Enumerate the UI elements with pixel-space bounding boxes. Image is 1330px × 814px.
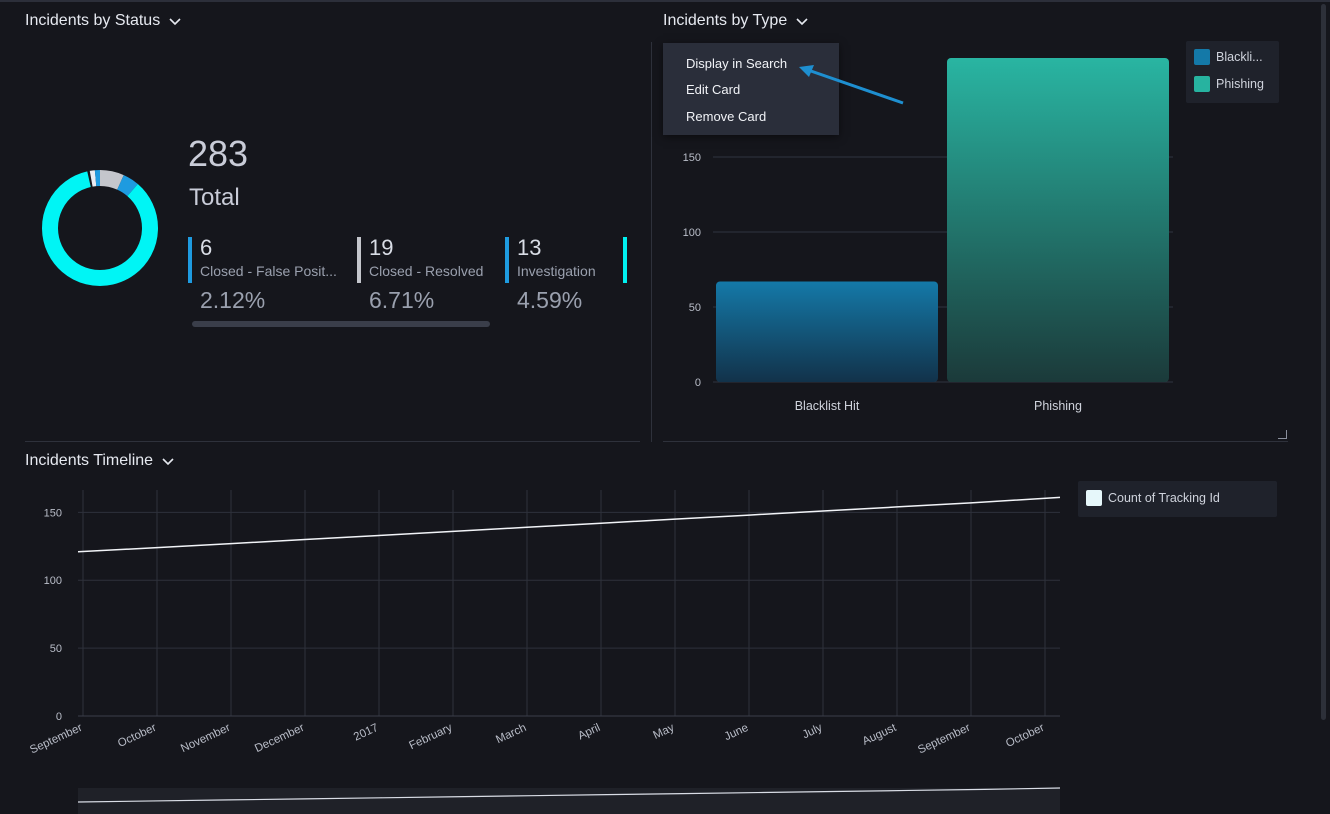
type-chart-legend: Blackli... Phishing [1186, 41, 1279, 103]
stat-count: 13 [517, 235, 542, 260]
stat-label: Closed - Resolved [369, 263, 484, 279]
x-tick-label: November [179, 722, 232, 755]
stat-investigation[interactable]: 13 Investigation 4.59% [505, 235, 665, 313]
y-tick-label: 150 [683, 152, 701, 164]
timeline-navigator[interactable] [78, 788, 1060, 814]
y-tick-label: 50 [689, 302, 701, 314]
x-tick-label: July [801, 722, 825, 742]
type-card-title[interactable]: Incidents by Type [663, 12, 809, 30]
series-line-count-of-tracking-id[interactable] [77, 496, 1061, 553]
stat-color-bar [188, 237, 192, 283]
card-divider-horizontal [25, 441, 640, 442]
legend-swatch [1194, 49, 1210, 65]
chevron-down-icon [169, 18, 181, 26]
legend-item-count-tracking-id[interactable]: Count of Tracking Id [1086, 490, 1220, 506]
stat-percent: 2.12% [200, 287, 266, 313]
total-count: 283 [188, 133, 249, 174]
x-tick-label: April [576, 722, 602, 743]
x-tick-label: October [116, 722, 158, 750]
menu-item-remove-card[interactable]: Remove Card [686, 109, 766, 124]
x-tick-label: 2017 [352, 722, 380, 744]
resize-handle[interactable] [1278, 430, 1287, 439]
card-divider-vertical [651, 42, 652, 442]
timeline-line-chart: 0 50 100 150 September October November Decembe… [28, 490, 1061, 814]
top-border [0, 0, 1330, 2]
stat-color-bar [505, 237, 509, 283]
page-scrollbar[interactable] [1321, 4, 1326, 720]
x-tick-label: May [651, 722, 676, 742]
status-card-title-text: Incidents by Status [25, 12, 161, 29]
annotation-arrow-icon [799, 65, 904, 105]
chevron-down-icon [162, 458, 174, 466]
stat-closed-false-positive[interactable]: 6 Closed - False Posit... 2.12% [188, 235, 348, 313]
bar-phishing[interactable] [947, 58, 1169, 382]
y-tick-label: 100 [683, 227, 701, 239]
timeline-card-title[interactable]: Incidents Timeline [25, 452, 175, 470]
legend-swatch [1086, 490, 1102, 506]
stat-color-bar [357, 237, 361, 283]
stat-count: 6 [200, 235, 213, 260]
x-tick-label: Blacklist Hit [795, 399, 860, 413]
x-tick-label: Phishing [1034, 399, 1082, 413]
legend-label: Phishing [1216, 77, 1264, 91]
stat-count: 19 [369, 235, 394, 260]
y-tick-label: 50 [50, 643, 62, 655]
x-tick-label: August [861, 722, 899, 748]
stat-closed-resolved[interactable]: 19 Closed - Resolved 6.71% [357, 235, 517, 313]
timeline-card-title-text: Incidents Timeline [25, 452, 154, 469]
donut-segment-closed-resolved[interactable] [99, 170, 124, 190]
legend-label: Count of Tracking Id [1108, 491, 1220, 505]
y-tick-label: 100 [44, 575, 62, 587]
x-tick-label: June [723, 722, 751, 743]
total-label: Total [189, 184, 240, 211]
legend-item-phishing[interactable]: Phishing [1194, 76, 1264, 92]
legend-item-blacklist[interactable]: Blackli... [1194, 49, 1263, 65]
status-card-title[interactable]: Incidents by Status [25, 12, 182, 30]
x-tick-label: September [28, 722, 84, 757]
status-donut-chart [42, 170, 158, 286]
x-tick-label: October [1004, 722, 1046, 750]
type-card-title-text: Incidents by Type [663, 12, 788, 29]
card-divider-horizontal [663, 441, 1288, 442]
donut-segment-other[interactable] [42, 171, 158, 286]
timeline-chart-legend: Count of Tracking Id [1078, 481, 1277, 517]
stat-percent: 6.71% [369, 287, 435, 313]
stat-label: Investigation [517, 263, 596, 279]
donut-segment-small[interactable] [89, 170, 97, 187]
bar-blacklist-hit[interactable] [716, 281, 938, 383]
x-tick-label: February [407, 722, 454, 752]
stat-color-bar-next [623, 237, 627, 283]
stat-label: Closed - False Posit... [200, 263, 337, 279]
donut-segment-investigation[interactable] [116, 175, 138, 197]
y-tick-label: 150 [44, 507, 62, 519]
x-tick-label: December [253, 722, 306, 755]
legend-swatch [1194, 76, 1210, 92]
x-tick-label: March [494, 722, 528, 746]
menu-item-edit-card[interactable]: Edit Card [686, 82, 740, 97]
menu-item-display-in-search[interactable]: Display in Search [686, 56, 787, 71]
x-tick-label: September [916, 722, 972, 757]
y-tick-label: 0 [695, 377, 701, 389]
chevron-down-icon [796, 18, 808, 26]
y-tick-label: 0 [56, 711, 62, 723]
stat-percent: 4.59% [517, 287, 583, 313]
stats-horizontal-scrollbar[interactable] [192, 321, 490, 327]
legend-label: Blackli... [1216, 50, 1263, 64]
